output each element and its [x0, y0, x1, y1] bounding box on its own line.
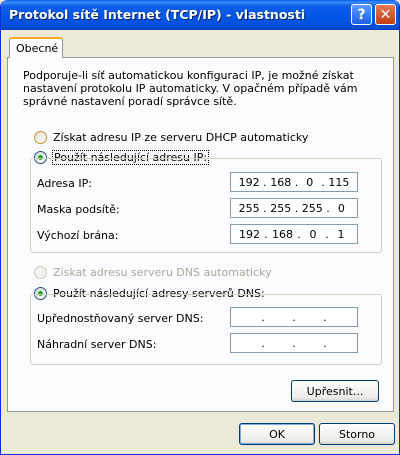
cancel-button[interactable]: Storno	[319, 423, 395, 445]
dns-auto-label: Získat adresu serveru DNS automaticky	[53, 266, 272, 279]
ip-auto-radio[interactable]	[34, 131, 47, 144]
mask-octet-3: 255	[301, 201, 323, 215]
help-icon: ?	[357, 6, 366, 23]
gateway-octet-2: 168	[272, 227, 293, 241]
ip-octet-2: 168	[270, 175, 292, 189]
subnet-mask-row: Maska podsítě: 255. 255. 255. 0	[37, 198, 359, 220]
help-button[interactable]: ?	[351, 4, 372, 25]
gateway-row: Výchozí brána: 192. 168. 0. 1	[37, 224, 359, 246]
mask-octet-2: 255	[270, 201, 292, 215]
dns-auto-radio[interactable]	[34, 266, 47, 279]
ok-button-label: OK	[269, 427, 285, 441]
description-text: Podporuje-li síť automatickou konfigurac…	[23, 69, 358, 108]
ip-octet-1: 192	[238, 175, 260, 189]
gateway-octet-4: 1	[337, 227, 345, 241]
preferred-dns-label: Upřednostňovaný server DNS:	[37, 312, 204, 325]
alternate-dns-input[interactable]: . . .	[230, 333, 358, 353]
title-bar[interactable]: Protokol sítě Internet (TCP/IP) - vlastn…	[1, 0, 399, 30]
ip-auto-option[interactable]: Získat adresu IP ze serveru DHCP automat…	[34, 131, 308, 144]
preferred-dns-input[interactable]: . . .	[230, 307, 358, 327]
ip-address-label: Adresa IP:	[37, 177, 92, 190]
gateway-octet-3: 0	[309, 227, 317, 241]
alternate-dns-row: Náhradní server DNS: . . .	[37, 333, 359, 355]
mask-octet-1: 255	[238, 201, 260, 215]
general-panel: Podporuje-li síť automatickou konfigurac…	[7, 57, 394, 412]
ip-octet-4: 115	[328, 175, 350, 189]
tab-general[interactable]: Obecné	[9, 37, 63, 58]
window-title: Protokol sítě Internet (TCP/IP) - vlastn…	[9, 7, 306, 22]
close-icon: ✕	[379, 6, 392, 23]
gateway-octet-1: 192	[239, 227, 260, 241]
advanced-button-label: Upřesnit...	[306, 384, 364, 398]
gateway-label: Výchozí brána:	[37, 229, 119, 242]
advanced-button[interactable]: Upřesnit...	[291, 380, 379, 402]
cancel-button-label: Storno	[338, 427, 376, 441]
ip-address-row: Adresa IP: 192. 168. 0. 115	[37, 172, 359, 194]
dns-auto-option[interactable]: Získat adresu serveru DNS automaticky	[34, 266, 272, 279]
mask-octet-4: 0	[337, 201, 345, 215]
ip-auto-label: Získat adresu IP ze serveru DHCP automat…	[53, 131, 309, 144]
close-button[interactable]: ✕	[375, 4, 396, 25]
ip-address-input[interactable]: 192. 168. 0. 115	[230, 172, 358, 192]
subnet-mask-label: Maska podsítě:	[37, 203, 120, 216]
alternate-dns-label: Náhradní server DNS:	[37, 338, 157, 351]
gateway-input[interactable]: 192. 168. 0. 1	[230, 224, 358, 244]
tab-general-label: Obecné	[16, 42, 59, 55]
preferred-dns-row: Upřednostňovaný server DNS: . . .	[37, 307, 359, 329]
dialog-window: Protokol sítě Internet (TCP/IP) - vlastn…	[0, 0, 400, 455]
ip-octet-3: 0	[306, 175, 314, 189]
ok-button[interactable]: OK	[239, 423, 315, 445]
subnet-mask-input[interactable]: 255. 255. 255. 0	[230, 198, 358, 218]
